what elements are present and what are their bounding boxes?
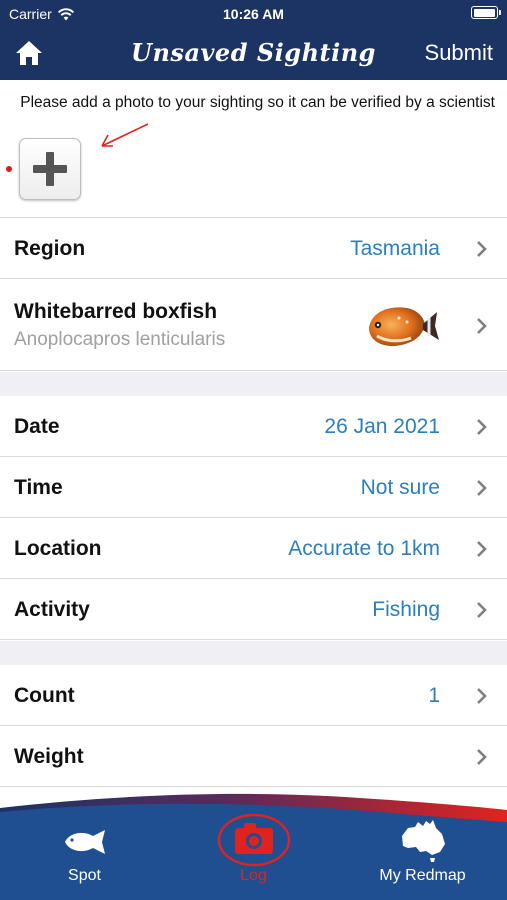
count-row[interactable]: Count 1 bbox=[0, 665, 507, 726]
chevron-right-icon bbox=[477, 688, 487, 704]
chevron-right-icon bbox=[477, 541, 487, 557]
location-value: Accurate to 1km bbox=[288, 537, 440, 560]
arrow-hint-icon bbox=[101, 123, 149, 147]
chevron-right-icon bbox=[477, 419, 487, 435]
fish-icon bbox=[64, 830, 105, 854]
tab-spot[interactable]: Spot bbox=[0, 810, 169, 900]
tab-label: Log bbox=[240, 867, 267, 884]
count-label: Count bbox=[14, 684, 75, 707]
time-value: Not sure bbox=[360, 476, 440, 499]
status-bar: Carrier 10:26 AM bbox=[0, 0, 507, 28]
species-row[interactable]: Whitebarred boxfish Anoplocapros lenticu… bbox=[0, 280, 507, 371]
plus-icon bbox=[33, 152, 67, 186]
section-separator bbox=[0, 372, 507, 396]
battery-icon bbox=[471, 6, 501, 19]
add-photo-button[interactable] bbox=[19, 138, 81, 200]
tab-bar: Spot Log My Redmap bbox=[0, 790, 507, 900]
chevron-right-icon bbox=[477, 749, 487, 765]
camera-icon bbox=[217, 813, 290, 867]
count-value: 1 bbox=[428, 684, 440, 707]
photo-hint-text: Please add a photo to your sighting so i… bbox=[20, 94, 495, 111]
region-label: Region bbox=[14, 237, 86, 260]
location-row[interactable]: Location Accurate to 1km bbox=[0, 518, 507, 579]
species-scientific-name: Anoplocapros lenticularis bbox=[14, 329, 226, 350]
time-row[interactable]: Time Not sure bbox=[0, 457, 507, 518]
activity-row[interactable]: Activity Fishing bbox=[0, 579, 507, 640]
location-label: Location bbox=[14, 537, 102, 560]
chevron-right-icon bbox=[477, 480, 487, 496]
tab-my-redmap[interactable]: My Redmap bbox=[338, 810, 507, 900]
chevron-right-icon bbox=[477, 241, 487, 257]
chevron-right-icon bbox=[477, 318, 487, 334]
tab-log[interactable]: Log bbox=[169, 810, 338, 900]
boxfish-image bbox=[369, 307, 439, 347]
weight-row[interactable]: Weight bbox=[0, 726, 507, 787]
tab-label: My Redmap bbox=[379, 867, 466, 884]
required-indicator bbox=[6, 166, 12, 172]
date-row[interactable]: Date 26 Jan 2021 bbox=[0, 396, 507, 457]
section-separator bbox=[0, 641, 507, 665]
navigation-bar: Carrier 10:26 AM Unsaved Sighting Submit bbox=[0, 0, 507, 80]
status-time: 10:26 AM bbox=[223, 6, 284, 22]
date-label: Date bbox=[14, 415, 60, 438]
activity-value: Fishing bbox=[372, 598, 440, 621]
date-value: 26 Jan 2021 bbox=[324, 415, 440, 438]
chevron-right-icon bbox=[477, 602, 487, 618]
activity-label: Activity bbox=[14, 598, 90, 621]
weight-label: Weight bbox=[14, 745, 84, 768]
time-label: Time bbox=[14, 476, 63, 499]
region-value: Tasmania bbox=[350, 237, 440, 260]
photo-section: Please add a photo to your sighting so i… bbox=[0, 80, 507, 218]
species-common-name: Whitebarred boxfish bbox=[14, 300, 218, 323]
tab-label: Spot bbox=[68, 867, 101, 884]
region-row[interactable]: Region Tasmania bbox=[0, 218, 507, 279]
submit-button[interactable]: Submit bbox=[425, 40, 493, 66]
australia-map-icon bbox=[401, 820, 445, 862]
